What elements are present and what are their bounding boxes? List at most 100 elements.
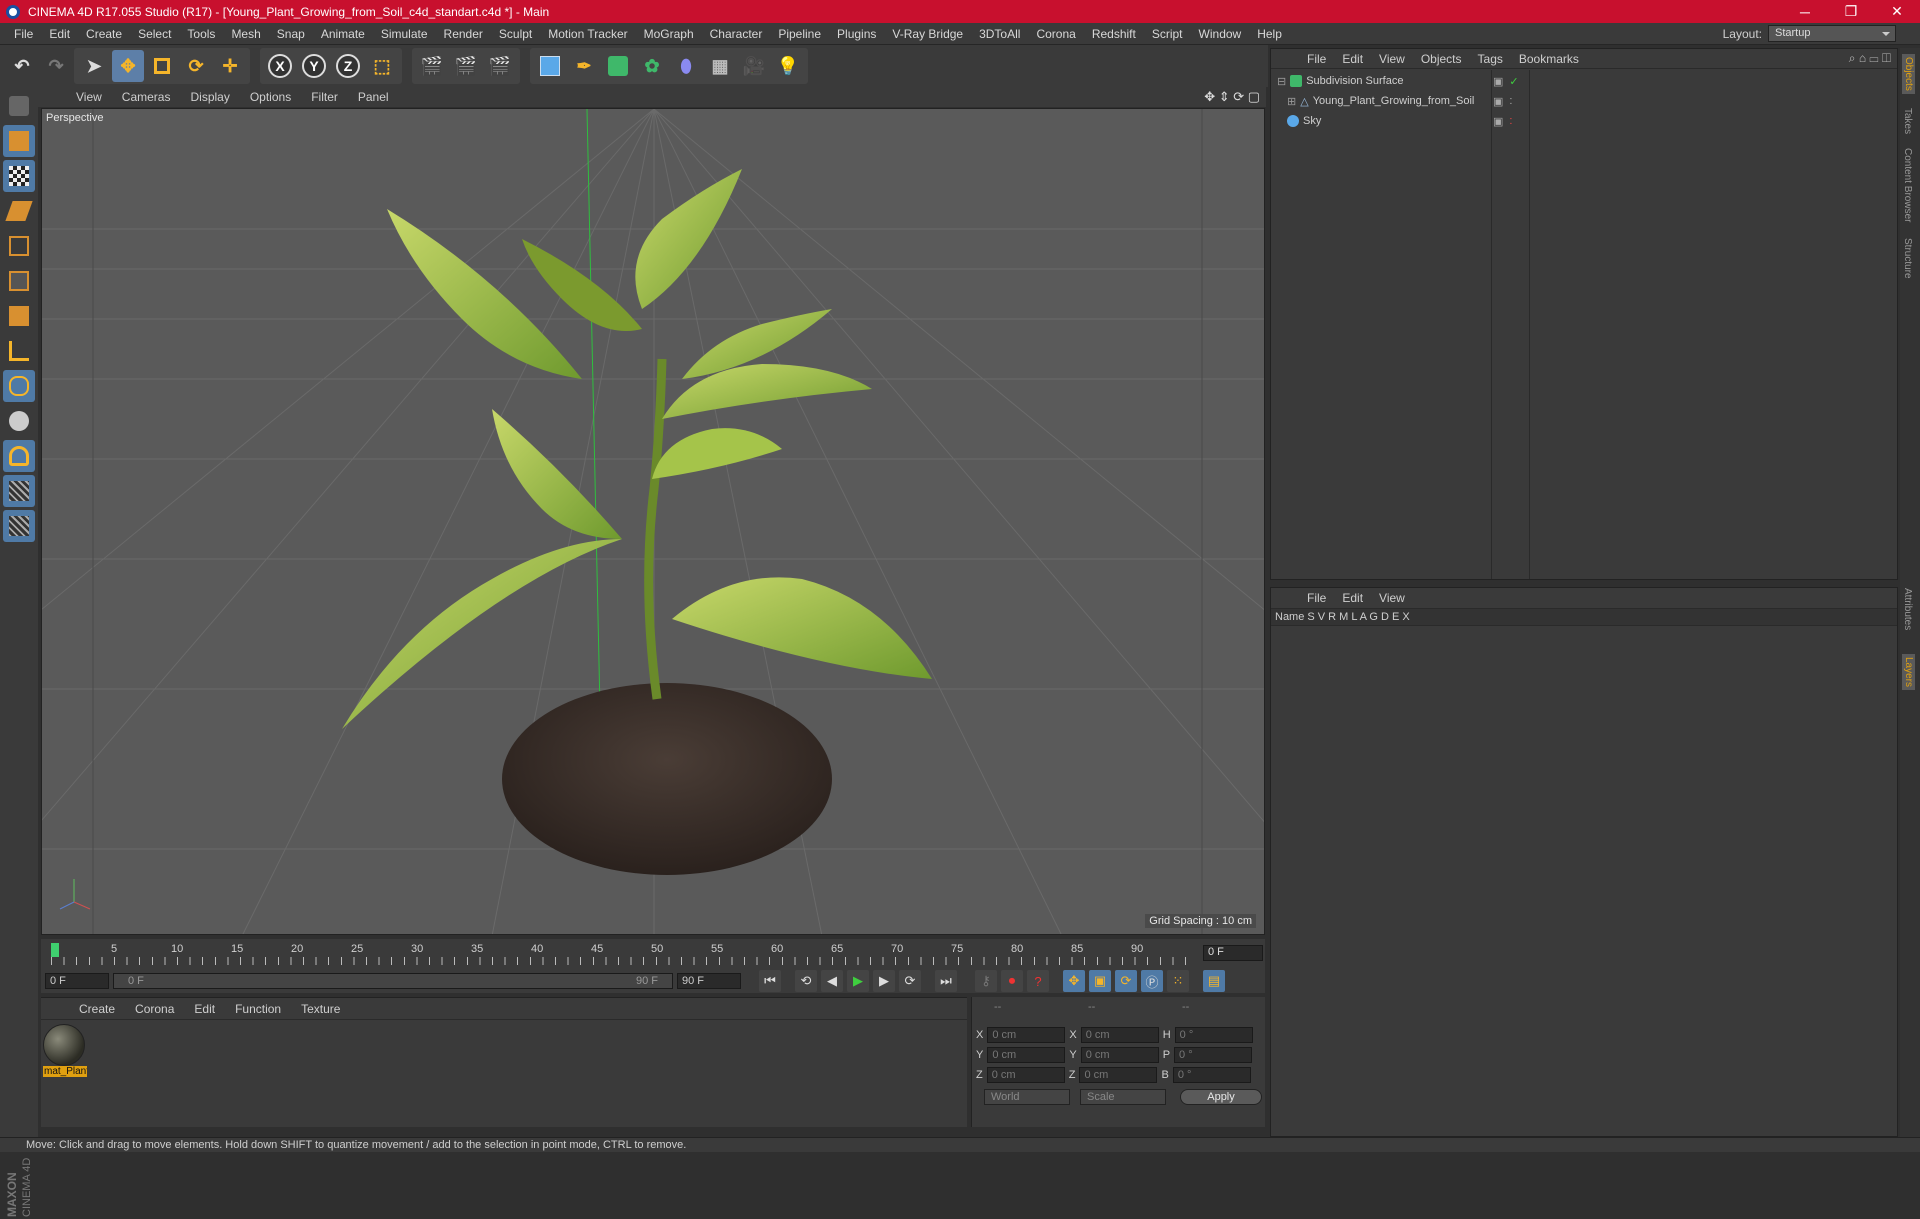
visibility-icon[interactable]: ▣ xyxy=(1493,75,1503,88)
coordinate-mode-dropdown[interactable]: World xyxy=(984,1089,1070,1105)
size-mode-dropdown[interactable]: Scale xyxy=(1080,1089,1166,1105)
mograph-cloner-button[interactable]: ✿ xyxy=(636,50,668,82)
texture-mode-button[interactable] xyxy=(3,160,35,192)
axis-mode-button[interactable] xyxy=(3,335,35,367)
render-settings-button[interactable]: 🎬 xyxy=(484,50,516,82)
menu-snap[interactable]: Snap xyxy=(269,27,313,41)
visibility-icon[interactable]: ▣ xyxy=(1493,115,1503,128)
menu-file[interactable]: File xyxy=(6,27,41,41)
tab-attributes[interactable]: Attributes xyxy=(1902,588,1913,630)
menu-vray-bridge[interactable]: V-Ray Bridge xyxy=(884,27,971,41)
maximize-button[interactable]: ❐ xyxy=(1828,3,1874,20)
menu-script[interactable]: Script xyxy=(1144,27,1191,41)
light-button[interactable]: 💡 xyxy=(772,50,804,82)
record-keys-button[interactable]: ⚷ xyxy=(975,970,997,992)
points-mode-button[interactable] xyxy=(3,230,35,262)
workplane-button[interactable] xyxy=(3,195,35,227)
object-row-plant[interactable]: ⊞ △ Young_Plant_Growing_from_Soil ▣: xyxy=(1271,91,1897,111)
x-axis-button[interactable]: X xyxy=(264,50,296,82)
solo-button[interactable] xyxy=(3,405,35,437)
previous-key-button[interactable]: ⟲ xyxy=(795,970,817,992)
tab-takes[interactable]: Takes xyxy=(1902,108,1913,134)
material-menu-create[interactable]: Create xyxy=(69,1002,125,1016)
undo-button[interactable]: ↶ xyxy=(6,50,38,82)
snap-button[interactable] xyxy=(3,440,35,472)
next-key-button[interactable]: ⟳ xyxy=(899,970,921,992)
menu-help[interactable]: Help xyxy=(1249,27,1290,41)
object-row-sky[interactable]: Sky ▣: xyxy=(1271,111,1897,131)
position-x-field[interactable]: 0 cm xyxy=(987,1027,1066,1043)
menu-create[interactable]: Create xyxy=(78,27,130,41)
menu-window[interactable]: Window xyxy=(1191,27,1250,41)
attribute-menu-view[interactable]: View xyxy=(1371,591,1413,605)
next-frame-button[interactable]: ▶ xyxy=(873,970,895,992)
object-manager-search-icon[interactable]: ⌕ ⌂ ▭ ◫ xyxy=(1849,51,1891,66)
coordinate-system-button[interactable]: ⬚ xyxy=(366,50,398,82)
play-button[interactable]: ▶ xyxy=(847,970,869,992)
red-dot-icon[interactable]: : xyxy=(1509,115,1512,128)
object-menu-file[interactable]: File xyxy=(1299,52,1334,66)
autokey-button[interactable]: ⏺ xyxy=(1001,970,1023,992)
viewport-menu-view[interactable]: View xyxy=(66,90,112,104)
viewport-menu-options[interactable]: Options xyxy=(240,90,301,104)
timeline-window-button[interactable]: ▤ xyxy=(1203,970,1225,992)
viewport-menu-panel[interactable]: Panel xyxy=(348,90,399,104)
menu-animate[interactable]: Animate xyxy=(313,27,373,41)
key-scale-button[interactable]: ▣ xyxy=(1089,970,1111,992)
polygons-mode-button[interactable] xyxy=(3,300,35,332)
apply-button[interactable]: Apply xyxy=(1180,1089,1262,1105)
end-frame-field[interactable]: 90 F xyxy=(677,973,741,989)
dot-icon[interactable]: : xyxy=(1509,95,1512,108)
close-button[interactable]: ✕ xyxy=(1874,3,1920,20)
timeline[interactable]: 051015202530354045505560657075808590 0 F xyxy=(41,939,1265,969)
object-menu-objects[interactable]: Objects xyxy=(1413,52,1470,66)
attribute-menu-edit[interactable]: Edit xyxy=(1334,591,1371,605)
visibility-icon[interactable]: ▣ xyxy=(1493,95,1503,108)
menu-tools[interactable]: Tools xyxy=(179,27,223,41)
position-y-field[interactable]: 0 cm xyxy=(987,1047,1066,1063)
rotate-tool-button[interactable]: ⟳ xyxy=(180,50,212,82)
material-menu-corona[interactable]: Corona xyxy=(125,1002,184,1016)
object-menu-bookmarks[interactable]: Bookmarks xyxy=(1511,52,1587,66)
floor-button[interactable]: ▦ xyxy=(704,50,736,82)
key-pla-button[interactable]: ⁙ xyxy=(1167,970,1189,992)
object-row-subdivision[interactable]: ⊟ Subdivision Surface ▣ ✓ xyxy=(1271,71,1897,91)
menu-render[interactable]: Render xyxy=(436,27,491,41)
material-menu-edit[interactable]: Edit xyxy=(184,1002,225,1016)
menu-edit[interactable]: Edit xyxy=(41,27,78,41)
perspective-viewport[interactable]: Perspective Grid Spacing : 10 cm xyxy=(41,108,1265,935)
tab-structure[interactable]: Structure xyxy=(1902,238,1913,279)
size-z-field[interactable]: 0 cm xyxy=(1079,1067,1158,1083)
make-editable-button[interactable] xyxy=(3,90,35,122)
edges-mode-button[interactable] xyxy=(3,265,35,297)
material-menu-texture[interactable]: Texture xyxy=(291,1002,350,1016)
position-z-field[interactable]: 0 cm xyxy=(986,1067,1065,1083)
object-menu-edit[interactable]: Edit xyxy=(1334,52,1371,66)
menu-mesh[interactable]: Mesh xyxy=(223,27,268,41)
viewport-nav-icons[interactable]: ✥ ⇕ ⟳ ▢ xyxy=(1204,89,1260,105)
redo-button[interactable]: ↷ xyxy=(40,50,72,82)
layout-dropdown[interactable]: Startup xyxy=(1768,25,1896,42)
menu-pipeline[interactable]: Pipeline xyxy=(770,27,829,41)
keyframe-selection-button[interactable]: ? xyxy=(1027,970,1049,992)
z-axis-button[interactable]: Z xyxy=(332,50,364,82)
viewport-menu-filter[interactable]: Filter xyxy=(301,90,348,104)
viewport-menu-cameras[interactable]: Cameras xyxy=(112,90,181,104)
scale-tool-button[interactable] xyxy=(146,50,178,82)
material-swatch[interactable]: mat_Plant xyxy=(43,1024,87,1080)
subdivision-button[interactable] xyxy=(602,50,634,82)
camera-button[interactable]: 🎥 xyxy=(738,50,770,82)
planar-workplane-button[interactable] xyxy=(3,510,35,542)
menu-character[interactable]: Character xyxy=(702,27,771,41)
menu-plugins[interactable]: Plugins xyxy=(829,27,884,41)
deformer-button[interactable]: ⬮ xyxy=(670,50,702,82)
timeline-ruler[interactable]: 051015202530354045505560657075808590 xyxy=(51,943,1191,967)
goto-start-button[interactable]: ⏮ xyxy=(759,970,781,992)
y-axis-button[interactable]: Y xyxy=(298,50,330,82)
menu-simulate[interactable]: Simulate xyxy=(373,27,436,41)
enabled-check-icon[interactable]: ✓ xyxy=(1509,75,1518,88)
tab-content-browser[interactable]: Content Browser xyxy=(1902,148,1913,222)
tab-layers[interactable]: Layers xyxy=(1902,654,1915,691)
size-x-field[interactable]: 0 cm xyxy=(1080,1027,1159,1043)
menu-sculpt[interactable]: Sculpt xyxy=(491,27,540,41)
